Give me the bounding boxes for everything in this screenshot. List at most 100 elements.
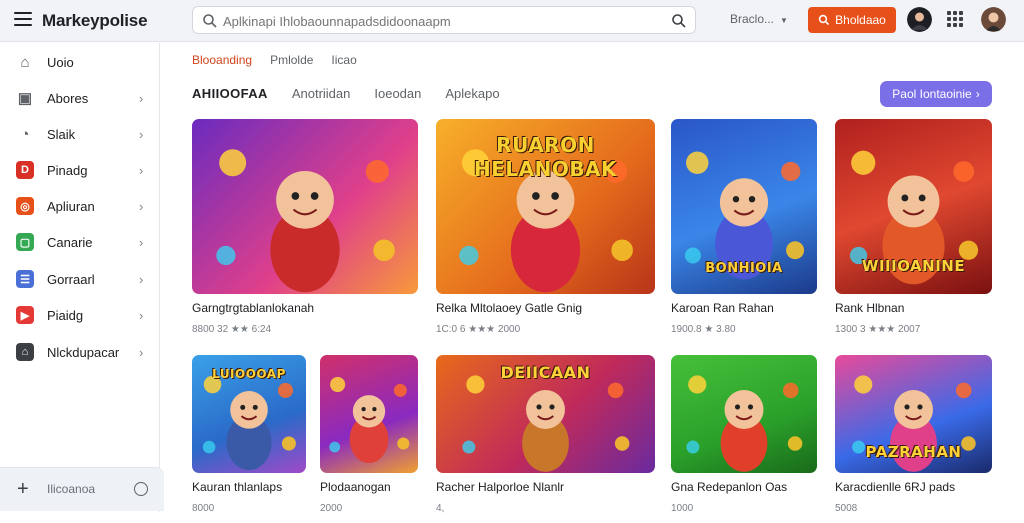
profile-avatar[interactable]	[981, 7, 1006, 32]
compass-icon: ◔	[20, 125, 30, 143]
tab-android[interactable]: Anotriidan	[292, 86, 351, 101]
app-icon: ◎	[16, 197, 34, 215]
app-card[interactable]: Garngtrgtablanlokanah 8800 32 ★★ 6:24	[192, 119, 418, 344]
sidebar-item-8[interactable]: ⌂ Nlckdupacar ›	[0, 334, 160, 370]
chevron-right-icon: ›	[139, 344, 144, 360]
game-logo-text: WIIIOANINE	[861, 257, 966, 275]
sidebar: ⌂ Uoio ▣ Abores › ◔ Slaik › D Pinadg › ◎ Apliuran › ▢ C…	[0, 43, 164, 512]
app-card[interactable]: LUIOOOAP Kauran thlanlaps 8000	[192, 355, 306, 523]
tab-ios[interactable]: Ioeodan	[374, 86, 421, 101]
sidebar-footer-label: Ilicoanoa	[47, 482, 96, 496]
app-title[interactable]: Kauran thlanlaps	[192, 480, 282, 494]
sign-in-button[interactable]: Bholdaao	[808, 7, 896, 33]
app-thumbnail[interactable]: DEIICAAN	[436, 355, 655, 473]
home-icon: ⌂	[20, 53, 30, 71]
language-label: Braclo...	[730, 12, 775, 26]
app-card[interactable]: DEIICAAN Racher Halporloe Nlanlr 4,	[436, 355, 655, 523]
sidebar-item-6[interactable]: ☰ Gorraarl ›	[0, 261, 160, 297]
app-card[interactable]: Plodaanogan 2000	[320, 355, 418, 523]
game-logo-text: RUARON HELANOBAK	[473, 133, 618, 181]
app-card[interactable]: RUARON HELANOBAK Relka Mltolaoey Gatle Gn…	[436, 119, 655, 344]
menu-icon[interactable]	[14, 12, 32, 26]
info-icon[interactable]	[134, 482, 148, 496]
game-logo-text: DEIICAAN	[500, 363, 591, 382]
app-title[interactable]: Gna Redepanlon Oas	[671, 480, 787, 494]
search-icon	[203, 14, 217, 28]
see-all-button[interactable]: Paol Iontaoinie ›	[880, 81, 992, 107]
app-thumbnail[interactable]: RUARON HELANOBAK	[436, 119, 655, 294]
sidebar-item-label: Uoio	[47, 54, 74, 70]
brand-title[interactable]: Markeypolise	[42, 11, 148, 31]
filter-chip-popular[interactable]: Pmlolde	[270, 53, 313, 67]
sidebar-item-label: Apliuran	[47, 198, 95, 214]
sidebar-item-0[interactable]: ⌂ Uoio	[0, 44, 160, 80]
top-bar: Markeypolise Braclo... ▼ Bholdaao	[0, 0, 1024, 42]
app-title[interactable]: Plodaanogan	[320, 480, 391, 494]
app-card[interactable]: Gna Redepanlon Oas 1000	[671, 355, 817, 523]
app-thumbnail[interactable]: BONHIOIA	[671, 119, 817, 294]
sidebar-item-4[interactable]: ◎ Apliuran ›	[0, 188, 160, 224]
sidebar-item-5[interactable]: ▢ Canarie ›	[0, 224, 160, 260]
app-thumbnail[interactable]	[192, 119, 418, 294]
app-card[interactable]: WIIIOANINE Rank Hlbnan 1300 3 ★★★ 2007	[835, 119, 992, 344]
app-title[interactable]: Karoan Ran Rahan	[671, 301, 774, 315]
search-input[interactable]	[223, 11, 663, 31]
app-thumbnail[interactable]	[671, 355, 817, 473]
game-artwork	[686, 375, 803, 472]
user-avatar[interactable]	[907, 7, 932, 32]
app-title[interactable]: Rank Hlbnan	[835, 301, 904, 315]
game-logo-text: PAZRAHAN	[865, 443, 962, 461]
sidebar-footer[interactable]: + Ilicoanoa	[0, 467, 164, 511]
sidebar-item-label: Abores	[47, 90, 89, 106]
sidebar-item-label: Gorraarl	[47, 271, 95, 287]
chevron-right-icon: ›	[139, 307, 144, 323]
app-title[interactable]: Racher Halporloe Nlanlr	[436, 480, 564, 494]
sidebar-item-label: Slaik	[47, 126, 76, 142]
language-dropdown[interactable]: Braclo... ▼	[730, 12, 788, 26]
sidebar-item-label: Piaidg	[47, 307, 84, 323]
app-rating-meta: 8800 32 ★★ 6:24	[192, 324, 272, 335]
sidebar-item-2[interactable]: ◔ Slaik ›	[0, 116, 160, 152]
sign-in-label: Bholdaao	[835, 13, 886, 27]
search-bar[interactable]	[192, 6, 696, 34]
tab-apps[interactable]: Aplekapo	[445, 86, 499, 101]
tab-all[interactable]: AHIIOOFAA	[192, 86, 268, 101]
chevron-right-icon: ›	[139, 271, 144, 287]
sidebar-item-label: Canarie	[47, 234, 93, 250]
filter-chips: Blooanding Pmlolde Iicao	[192, 53, 357, 67]
app-title[interactable]: Karacdienlle 6RJ pads	[835, 480, 955, 494]
box-icon: ▣	[17, 90, 33, 107]
app-thumbnail[interactable]: PAZRAHAN	[835, 355, 992, 473]
chevron-right-icon: ›	[139, 90, 144, 106]
filter-chip-trending[interactable]: Blooanding	[192, 53, 252, 67]
app-title[interactable]: Relka Mltolaoey Gatle Gnig	[436, 301, 582, 315]
app-card[interactable]: PAZRAHAN Karacdienlle 6RJ pads 5008	[835, 355, 992, 523]
sidebar-item-7[interactable]: ▶ Piaidg ›	[0, 297, 160, 333]
app-rating-meta: 5008	[835, 503, 858, 514]
app-thumbnail[interactable]: WIIIOANINE	[835, 119, 992, 294]
app-thumbnail[interactable]: LUIOOOAP	[192, 355, 306, 473]
sidebar-item-1[interactable]: ▣ Abores ›	[0, 80, 160, 116]
play-icon: ▶	[16, 306, 34, 324]
doc-icon: ☰	[16, 270, 34, 288]
search-submit-icon[interactable]	[671, 13, 687, 29]
apps-grid-icon[interactable]	[947, 11, 963, 27]
app-thumbnail[interactable]	[320, 355, 418, 473]
app-card[interactable]: BONHIOIA Karoan Ran Rahan 1900.8 ★ 3.80	[671, 119, 817, 344]
app-rating-meta: 1900.8 ★ 3.80	[671, 324, 736, 335]
chevron-right-icon: ›	[139, 234, 144, 250]
chevron-right-icon: ›	[139, 162, 144, 178]
store-icon: ⌂	[16, 343, 34, 361]
chevron-right-icon: ›	[139, 126, 144, 142]
app-rating-meta: 8000	[192, 503, 215, 514]
sidebar-item-3[interactable]: D Pinadg ›	[0, 152, 160, 188]
game-logo-text: BONHIOIA	[705, 261, 783, 276]
filter-chip-new[interactable]: Iicao	[331, 53, 356, 67]
d-icon: D	[16, 161, 34, 179]
game-logo-text: LUIOOOAP	[212, 367, 286, 381]
app-rating-meta: 2000	[320, 503, 343, 514]
chat-icon: ▢	[16, 233, 34, 251]
plus-icon: +	[17, 478, 29, 500]
chevron-down-icon: ▼	[780, 16, 788, 25]
app-title[interactable]: Garngtrgtablanlokanah	[192, 301, 314, 315]
